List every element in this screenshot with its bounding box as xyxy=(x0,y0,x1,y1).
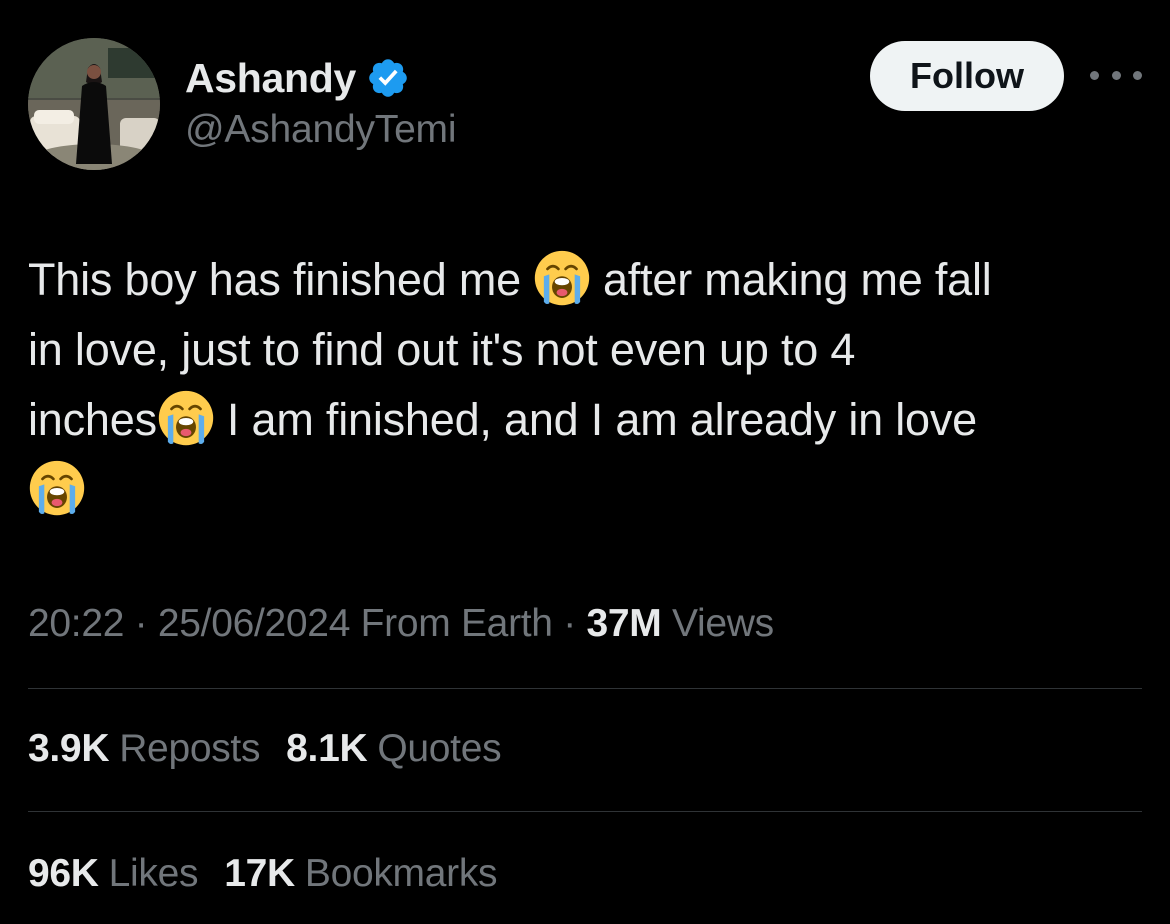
tweet-line: inches I am finished, and I am already in… xyxy=(28,385,1148,455)
views-label: Views xyxy=(671,602,774,645)
loudly-crying-face-icon xyxy=(28,459,86,517)
tweet-time[interactable]: 20:22 xyxy=(28,602,124,645)
tweet-line xyxy=(28,455,1148,525)
loudly-crying-face-icon xyxy=(533,249,591,307)
tweet-source: From Earth xyxy=(360,602,553,645)
more-horizontal-icon xyxy=(1090,70,1099,80)
tweet-date[interactable]: 25/06/2024 xyxy=(158,602,351,645)
tweet-line: This boy has finished me after making me … xyxy=(28,245,1148,315)
quotes-stat[interactable]: 8.1K Quotes xyxy=(286,727,501,771)
divider xyxy=(28,688,1142,689)
views-count: 37M xyxy=(586,602,662,645)
more-options-button[interactable] xyxy=(1090,62,1142,88)
follow-button[interactable]: Follow xyxy=(870,41,1064,111)
engagement-row-1: 3.9K Reposts 8.1K Quotes xyxy=(28,727,527,771)
verified-badge-icon xyxy=(369,59,407,97)
loudly-crying-face-icon xyxy=(157,389,215,447)
avatar[interactable] xyxy=(28,38,160,170)
tweet-text: This boy has finished me after making me … xyxy=(28,245,1148,525)
engagement-row-2: 96K Likes 17K Bookmarks xyxy=(28,852,523,896)
divider xyxy=(28,811,1142,812)
tweet-line: in love, just to find out it's not even … xyxy=(28,324,856,375)
tweet-meta: 20:22 · 25/06/2024 From Earth · 37M View… xyxy=(28,602,774,645)
likes-stat[interactable]: 96K Likes xyxy=(28,852,199,896)
author-name-row: Ashandy xyxy=(185,52,410,104)
display-name[interactable]: Ashandy xyxy=(185,55,356,102)
bookmarks-stat[interactable]: 17K Bookmarks xyxy=(224,852,497,896)
reposts-stat[interactable]: 3.9K Reposts xyxy=(28,727,260,771)
author-handle[interactable]: @AshandyTemi xyxy=(185,108,457,152)
profile-photo xyxy=(28,38,160,170)
